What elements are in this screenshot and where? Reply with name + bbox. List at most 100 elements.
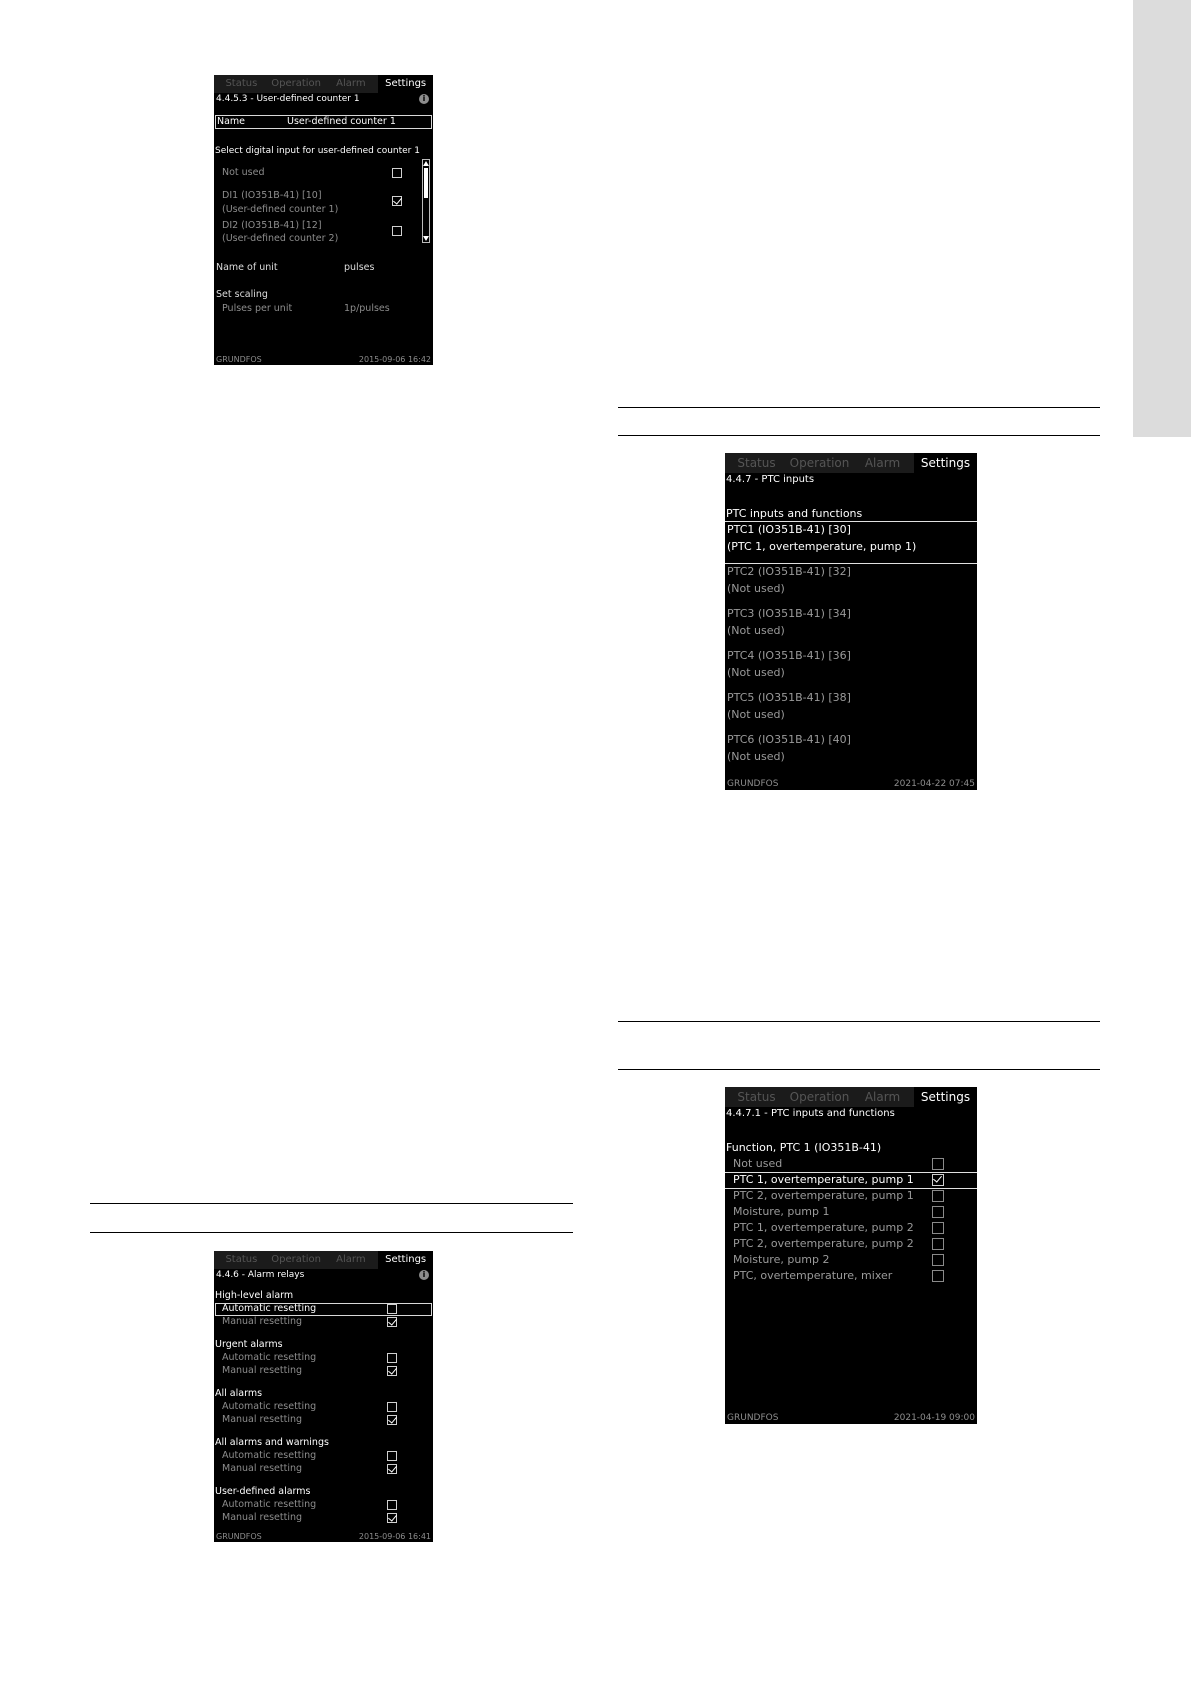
- ptc4-label[interactable]: PTC4 (IO351B-41) [36]: [727, 649, 851, 663]
- checkbox-moisture-pump2[interactable]: [932, 1254, 944, 1266]
- urgent-auto-checkbox[interactable]: [387, 1353, 397, 1363]
- tab-status[interactable]: Status: [214, 1251, 269, 1269]
- ptc3-label[interactable]: PTC3 (IO351B-41) [34]: [727, 607, 851, 621]
- tab-bar: Status Operation Alarm Settings: [725, 453, 977, 473]
- user-defined-manual-label[interactable]: Manual resetting: [222, 1512, 302, 1524]
- screen-ptc-functions: Status Operation Alarm Settings 4.4.7.1 …: [725, 1087, 977, 1424]
- info-icon[interactable]: i: [419, 1270, 429, 1280]
- tab-alarm[interactable]: Alarm: [324, 1251, 379, 1269]
- tab-operation[interactable]: Operation: [788, 1087, 851, 1107]
- ptc1-function: (PTC 1, overtemperature, pump 1): [727, 540, 917, 553]
- checkbox-ptc-mixer[interactable]: [932, 1270, 944, 1282]
- high-level-manual-label[interactable]: Manual resetting: [222, 1316, 302, 1328]
- user-defined-manual-checkbox[interactable]: [387, 1513, 397, 1523]
- scroll-down-icon[interactable]: [423, 236, 429, 241]
- alarms-warnings-manual-checkbox[interactable]: [387, 1464, 397, 1474]
- option-ptc-mixer[interactable]: PTC, overtemperature, mixer: [733, 1269, 892, 1283]
- ptc1-label[interactable]: PTC1 (IO351B-41) [30]: [727, 523, 851, 537]
- all-alarms-manual-checkbox[interactable]: [387, 1415, 397, 1425]
- option-ptc1-pump1[interactable]: PTC 1, overtemperature, pump 1: [733, 1173, 914, 1187]
- tab-bar: Status Operation Alarm Settings: [725, 1087, 977, 1107]
- tab-settings[interactable]: Settings: [914, 453, 977, 473]
- checkbox-moisture-pump1[interactable]: [932, 1206, 944, 1218]
- section-rule: [618, 407, 1100, 408]
- ptc5-function: (Not used): [727, 708, 785, 721]
- option-di2-sub: (User-defined counter 2): [222, 233, 339, 244]
- all-alarms-manual-label[interactable]: Manual resetting: [222, 1414, 302, 1426]
- checkbox-ptc2-pump2[interactable]: [932, 1238, 944, 1250]
- ptc6-label[interactable]: PTC6 (IO351B-41) [40]: [727, 733, 851, 747]
- user-defined-auto-label[interactable]: Automatic resetting: [222, 1499, 316, 1511]
- tab-operation[interactable]: Operation: [788, 453, 851, 473]
- tab-operation[interactable]: Operation: [269, 1251, 324, 1269]
- page-title: 4.4.6 - Alarm relays: [216, 1270, 305, 1280]
- tab-status[interactable]: Status: [214, 75, 269, 93]
- alarms-warnings-auto-checkbox[interactable]: [387, 1451, 397, 1461]
- tab-bar: Status Operation Alarm Settings: [214, 1251, 433, 1269]
- ppu-label: Pulses per unit: [222, 303, 293, 314]
- tab-alarm[interactable]: Alarm: [851, 1087, 914, 1107]
- option-not-used[interactable]: Not used: [733, 1157, 782, 1171]
- checkbox-not-used[interactable]: [392, 168, 402, 178]
- urgent-manual-checkbox[interactable]: [387, 1366, 397, 1376]
- checkbox-ptc1-pump1[interactable]: [932, 1174, 944, 1186]
- scroll-up-icon[interactable]: [423, 161, 429, 166]
- option-di2[interactable]: DI2 (IO351B-41) [12]: [222, 220, 322, 232]
- ptc2-label[interactable]: PTC2 (IO351B-41) [32]: [727, 565, 851, 579]
- section-rule: [618, 1021, 1100, 1022]
- checkbox-di1[interactable]: [392, 196, 402, 206]
- high-level-auto-checkbox[interactable]: [387, 1304, 397, 1314]
- datetime: 2015-09-06 16:42: [358, 355, 431, 364]
- scroll-thumb[interactable]: [424, 168, 428, 198]
- all-alarms-auto-checkbox[interactable]: [387, 1402, 397, 1412]
- tab-status[interactable]: Status: [725, 1087, 788, 1107]
- checkbox-ptc2-pump1[interactable]: [932, 1190, 944, 1202]
- unit-value[interactable]: pulses: [344, 262, 374, 274]
- high-level-auto-label[interactable]: Automatic resetting: [222, 1303, 316, 1315]
- all-alarms-auto-label[interactable]: Automatic resetting: [222, 1401, 316, 1413]
- checkbox-not-used[interactable]: [932, 1158, 944, 1170]
- alarms-warnings-manual-label[interactable]: Manual resetting: [222, 1463, 302, 1475]
- option-ptc1-pump2[interactable]: PTC 1, overtemperature, pump 2: [733, 1221, 914, 1235]
- brand-label: GRUNDFOS: [216, 1532, 262, 1541]
- name-label: Name: [217, 116, 246, 127]
- scrollbar[interactable]: [422, 159, 430, 243]
- tab-settings[interactable]: Settings: [914, 1087, 977, 1107]
- datetime: 2015-09-06 16:41: [358, 1532, 431, 1541]
- tab-operation[interactable]: Operation: [269, 75, 324, 93]
- option-ptc2-pump1[interactable]: PTC 2, overtemperature, pump 1: [733, 1189, 914, 1203]
- datetime: 2021-04-22 07:45: [893, 779, 975, 789]
- ppu-value[interactable]: 1p/pulses: [344, 303, 390, 315]
- tab-settings[interactable]: Settings: [378, 1251, 433, 1269]
- urgent-manual-label[interactable]: Manual resetting: [222, 1365, 302, 1377]
- option-moisture-pump2[interactable]: Moisture, pump 2: [733, 1253, 829, 1267]
- screen-ptc-inputs: Status Operation Alarm Settings 4.4.7 - …: [725, 453, 977, 790]
- tab-alarm[interactable]: Alarm: [324, 75, 379, 93]
- info-icon[interactable]: i: [419, 94, 429, 104]
- datetime: 2021-04-19 09:00: [893, 1413, 975, 1423]
- alarms-warnings-auto-label[interactable]: Automatic resetting: [222, 1450, 316, 1462]
- tab-alarm[interactable]: Alarm: [851, 453, 914, 473]
- urgent-auto-label[interactable]: Automatic resetting: [222, 1352, 316, 1364]
- checkbox-ptc1-pump2[interactable]: [932, 1222, 944, 1234]
- page-title: 4.4.7 - PTC inputs: [726, 474, 815, 485]
- tab-settings[interactable]: Settings: [378, 75, 433, 93]
- name-value: User-defined counter 1: [287, 116, 396, 127]
- page-title: 4.4.5.3 - User-defined counter 1: [216, 94, 360, 104]
- scaling-label: Set scaling: [216, 289, 268, 300]
- option-not-used[interactable]: Not used: [222, 167, 265, 179]
- brand-label: GRUNDFOS: [727, 779, 779, 789]
- user-defined-auto-checkbox[interactable]: [387, 1500, 397, 1510]
- group-urgent-alarms: Urgent alarms: [215, 1339, 283, 1350]
- ptc5-label[interactable]: PTC5 (IO351B-41) [38]: [727, 691, 851, 705]
- option-ptc2-pump2[interactable]: PTC 2, overtemperature, pump 2: [733, 1237, 914, 1251]
- page-title: 4.4.7.1 - PTC inputs and functions: [726, 1108, 895, 1119]
- ptc4-function: (Not used): [727, 666, 785, 679]
- high-level-manual-checkbox[interactable]: [387, 1317, 397, 1327]
- checkbox-di2[interactable]: [392, 226, 402, 236]
- option-moisture-pump1[interactable]: Moisture, pump 1: [733, 1205, 829, 1219]
- brand-label: GRUNDFOS: [727, 1413, 779, 1423]
- ptc6-function: (Not used): [727, 750, 785, 763]
- option-di1[interactable]: DI1 (IO351B-41) [10]: [222, 190, 322, 202]
- tab-status[interactable]: Status: [725, 453, 788, 473]
